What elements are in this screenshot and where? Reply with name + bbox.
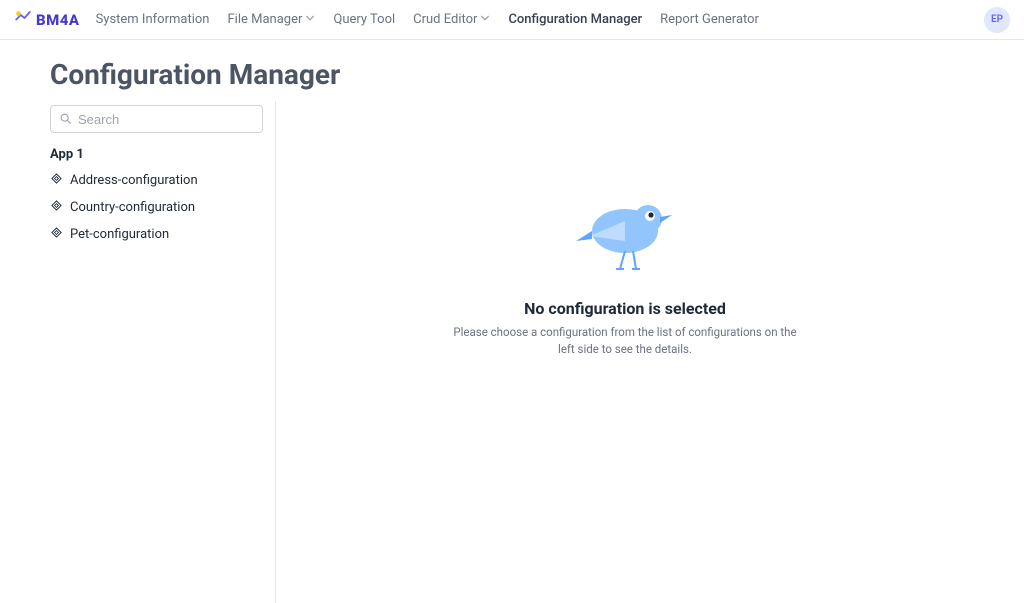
diamond-icon <box>50 172 63 189</box>
nav-file-manager[interactable]: File Manager <box>227 12 315 27</box>
search-box[interactable] <box>50 105 263 133</box>
empty-state-title: No configuration is selected <box>524 299 726 318</box>
chevron-down-icon <box>480 12 490 27</box>
diamond-icon <box>50 199 63 216</box>
config-list: Address-configuration Country-configurat… <box>50 170 263 245</box>
nav-item-label: Query Tool <box>333 12 395 27</box>
nav-item-label: Configuration Manager <box>508 12 642 27</box>
search-icon <box>59 110 72 129</box>
nav-item-label: File Manager <box>227 12 302 27</box>
config-item-label: Pet-configuration <box>70 227 169 242</box>
main-pane: No configuration is selected Please choo… <box>276 101 974 603</box>
chevron-down-icon <box>305 12 315 27</box>
nav-item-label: System Information <box>96 12 210 27</box>
brand-logo[interactable]: BM4A <box>14 9 80 31</box>
nav-report-generator[interactable]: Report Generator <box>660 12 759 27</box>
topbar: BM4A System Information File Manager Que… <box>0 0 1024 40</box>
bird-icon <box>570 191 680 285</box>
config-item-country[interactable]: Country-configuration <box>50 197 263 218</box>
empty-state-subtitle: Please choose a configuration from the l… <box>445 324 805 359</box>
logo-icon <box>14 9 32 31</box>
search-input[interactable] <box>78 112 254 127</box>
sidebar: App 1 Address-configuration <box>50 101 276 603</box>
nav-query-tool[interactable]: Query Tool <box>333 12 395 27</box>
nav-system-information[interactable]: System Information <box>96 12 210 27</box>
diamond-icon <box>50 226 63 243</box>
config-item-pet[interactable]: Pet-configuration <box>50 224 263 245</box>
config-item-label: Address-configuration <box>70 173 198 188</box>
nav-item-label: Report Generator <box>660 12 759 27</box>
config-item-label: Country-configuration <box>70 200 195 215</box>
content: App 1 Address-configuration <box>0 101 1024 603</box>
nav-items: System Information File Manager Query To… <box>96 12 759 27</box>
config-item-address[interactable]: Address-configuration <box>50 170 263 191</box>
user-avatar[interactable]: EP <box>984 7 1010 33</box>
sidebar-group-label: App 1 <box>50 147 263 162</box>
nav-item-label: Crud Editor <box>413 12 477 27</box>
brand-name: BM4A <box>36 11 80 29</box>
page-title: Configuration Manager <box>50 58 974 91</box>
nav-crud-editor[interactable]: Crud Editor <box>413 12 490 27</box>
nav-configuration-manager[interactable]: Configuration Manager <box>508 12 642 27</box>
user-initials: EP <box>991 14 1003 25</box>
page-heading: Configuration Manager <box>0 40 1024 101</box>
